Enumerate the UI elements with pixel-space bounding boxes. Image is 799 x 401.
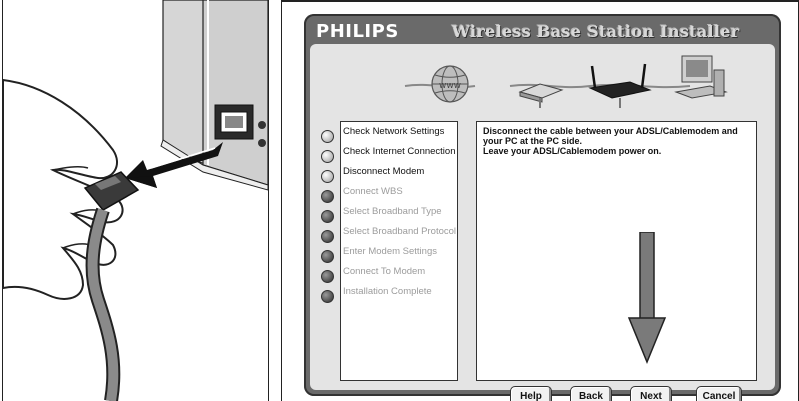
modem-icon [518,83,564,108]
step-label: Enter Modem Settings [343,246,437,257]
step-done-indicator-icon [321,130,334,143]
step-pending-indicator-icon [321,270,334,283]
next-button[interactable]: Next [630,386,672,401]
cancel-button[interactable]: Cancel [696,386,742,401]
installer-content: www Check Network Settings Check Interne… [310,44,775,401]
step-label: Connect WBS [343,186,403,197]
step-pending-indicator-icon [321,210,334,223]
help-button-label: Help [520,391,542,401]
step-label: Check Internet Connection [343,146,456,157]
cancel-button-label: Cancel [702,391,736,401]
help-button[interactable]: Help [510,386,552,401]
brand-logo: PHILIPS [316,21,399,42]
instruction-line: Disconnect the cable between your ADSL/C… [483,126,738,136]
instruction-line: your PC at the PC side. [483,136,583,146]
step-label: Check Network Settings [343,126,445,137]
down-arrow-icon [627,232,667,364]
title-bar: PHILIPS Wireless Base Station Installer [312,18,773,44]
step-pending-indicator-icon [321,190,334,203]
instruction-text: Disconnect the cable between your ADSL/C… [483,126,751,156]
step-label: Installation Complete [343,286,432,297]
computer-icon [674,55,728,99]
window-title: Wireless Base Station Installer [452,22,740,41]
network-illustration: www [404,55,728,108]
globe-icon: www [431,65,469,103]
step-label: Connect To Modem [343,266,426,277]
step-pending-indicator-icon [321,250,334,263]
installer-screenshot-panel: PHILIPS Wireless Base Station Installer … [281,0,799,401]
back-button[interactable]: Back [570,386,612,401]
step-label: Disconnect Modem [343,166,425,177]
step-pending-indicator-icon [321,230,334,243]
step-label: Select Broadband Type [343,206,442,217]
step-label: Select Broadband Protocol [343,226,457,237]
back-button-label: Back [579,391,603,401]
step-current-indicator-icon [321,170,334,183]
cable-illustration [3,0,268,401]
installation-steps-list: Check Network Settings Check Internet Co… [321,121,458,381]
instruction-message-box: Disconnect the cable between your ADSL/C… [476,121,757,381]
ethernet-port-icon [214,104,254,140]
panel-border [282,0,798,2]
svg-text:www: www [439,81,461,91]
instruction-line: Leave your ADSL/Cablemodem power on. [483,146,662,156]
step-pending-indicator-icon [321,290,334,303]
next-button-label: Next [640,391,662,401]
installer-window: PHILIPS Wireless Base Station Installer … [304,14,781,401]
step-done-indicator-icon [321,150,334,163]
cable-illustration-panel [2,0,269,401]
